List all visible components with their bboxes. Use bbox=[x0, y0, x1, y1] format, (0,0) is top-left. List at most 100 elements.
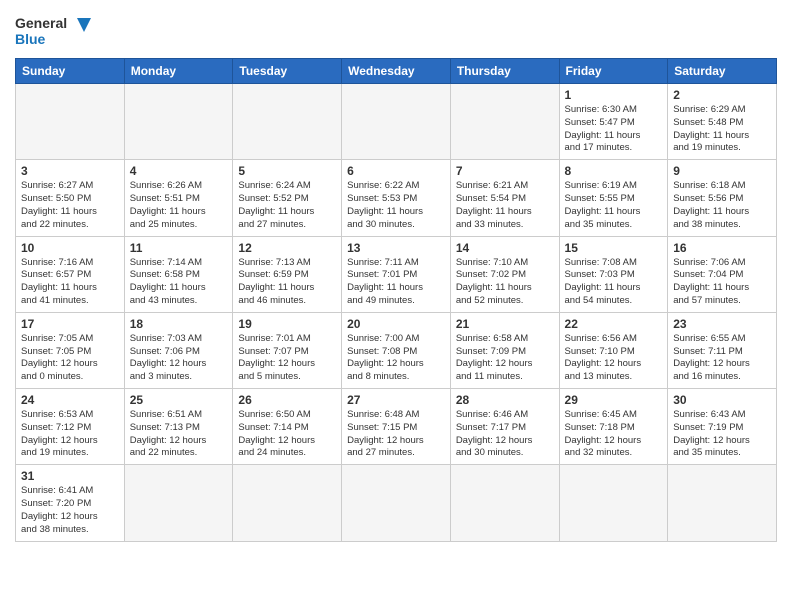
calendar-cell bbox=[16, 84, 125, 160]
calendar-cell: 4 Sunrise: 6:26 AMSunset: 5:51 PMDaylight… bbox=[124, 160, 233, 236]
header-section: GeneralBlue bbox=[15, 10, 777, 50]
calendar-cell: 12Sunrise: 7:13 AMSunset: 6:59 PMDayligh… bbox=[233, 236, 342, 312]
day-info: Sunrise: 6:27 AMSunset: 5:50 PMDaylight:… bbox=[21, 180, 119, 231]
calendar-cell: 28 Sunrise: 6:46 AMSunset: 7:17 PMDayligh… bbox=[450, 389, 559, 465]
weekday-header-row: SundayMondayTuesdayWednesdayThursdayFrid… bbox=[16, 59, 777, 84]
day-number: 2 bbox=[673, 88, 771, 102]
calendar-cell: 10 Sunrise: 7:16 AMSunset: 6:57 PMDayligh… bbox=[16, 236, 125, 312]
day-info: Sunrise: 6:41 AMSunset: 7:20 PMDaylight:… bbox=[21, 485, 119, 536]
day-info: Sunrise: 6:46 AMSunset: 7:17 PMDaylight:… bbox=[456, 409, 554, 460]
calendar-week-row: 1 Sunrise: 6:30 AMSunset: 5:47 PMDaylight… bbox=[16, 84, 777, 160]
day-number: 19 bbox=[238, 317, 336, 331]
weekday-header-wednesday: Wednesday bbox=[342, 59, 451, 84]
calendar-cell bbox=[124, 465, 233, 541]
calendar-cell: 14 Sunrise: 7:10 AMSunset: 7:02 PMDayligh… bbox=[450, 236, 559, 312]
day-info: Sunrise: 7:16 AMSunset: 6:57 PMDaylight:… bbox=[21, 257, 119, 308]
day-number: 4 bbox=[130, 164, 228, 178]
calendar-cell: 11 Sunrise: 7:14 AMSunset: 6:58 PMDayligh… bbox=[124, 236, 233, 312]
day-info: Sunrise: 7:01 AMSunset: 7:07 PMDaylight:… bbox=[238, 333, 336, 384]
calendar-week-row: 24Sunrise: 6:53 AMSunset: 7:12 PMDayligh… bbox=[16, 389, 777, 465]
day-number: 22 bbox=[565, 317, 663, 331]
day-info: Sunrise: 7:08 AMSunset: 7:03 PMDaylight:… bbox=[565, 257, 663, 308]
day-info: Sunrise: 6:48 AMSunset: 7:15 PMDaylight:… bbox=[347, 409, 445, 460]
calendar-cell: 20 Sunrise: 7:00 AMSunset: 7:08 PMDayligh… bbox=[342, 312, 451, 388]
day-info: Sunrise: 6:30 AMSunset: 5:47 PMDaylight:… bbox=[565, 104, 663, 155]
calendar-cell bbox=[342, 84, 451, 160]
day-number: 11 bbox=[130, 241, 228, 255]
weekday-header-thursday: Thursday bbox=[450, 59, 559, 84]
day-number: 8 bbox=[565, 164, 663, 178]
day-info: Sunrise: 6:18 AMSunset: 5:56 PMDaylight:… bbox=[673, 180, 771, 231]
calendar-cell bbox=[668, 465, 777, 541]
day-number: 23 bbox=[673, 317, 771, 331]
calendar-cell: 17 Sunrise: 7:05 AMSunset: 7:05 PMDayligh… bbox=[16, 312, 125, 388]
calendar-cell: 6Sunrise: 6:22 AMSunset: 5:53 PMDaylight… bbox=[342, 160, 451, 236]
day-number: 21 bbox=[456, 317, 554, 331]
calendar-cell: 13Sunrise: 7:11 AMSunset: 7:01 PMDayligh… bbox=[342, 236, 451, 312]
calendar-week-row: 31Sunrise: 6:41 AMSunset: 7:20 PMDayligh… bbox=[16, 465, 777, 541]
day-number: 14 bbox=[456, 241, 554, 255]
calendar-cell: 21Sunrise: 6:58 AMSunset: 7:09 PMDayligh… bbox=[450, 312, 559, 388]
day-info: Sunrise: 6:56 AMSunset: 7:10 PMDaylight:… bbox=[565, 333, 663, 384]
day-info: Sunrise: 6:53 AMSunset: 7:12 PMDaylight:… bbox=[21, 409, 119, 460]
calendar-cell: 7 Sunrise: 6:21 AMSunset: 5:54 PMDaylight… bbox=[450, 160, 559, 236]
svg-text:General: General bbox=[15, 15, 67, 31]
calendar-cell: 1 Sunrise: 6:30 AMSunset: 5:47 PMDaylight… bbox=[559, 84, 668, 160]
day-number: 10 bbox=[21, 241, 119, 255]
calendar-cell: 2 Sunrise: 6:29 AMSunset: 5:48 PMDaylight… bbox=[668, 84, 777, 160]
day-number: 3 bbox=[21, 164, 119, 178]
calendar-cell: 30Sunrise: 6:43 AMSunset: 7:19 PMDayligh… bbox=[668, 389, 777, 465]
weekday-header-sunday: Sunday bbox=[16, 59, 125, 84]
calendar-cell bbox=[233, 465, 342, 541]
day-number: 15 bbox=[565, 241, 663, 255]
day-info: Sunrise: 6:24 AMSunset: 5:52 PMDaylight:… bbox=[238, 180, 336, 231]
day-info: Sunrise: 6:19 AMSunset: 5:55 PMDaylight:… bbox=[565, 180, 663, 231]
calendar-cell: 27 Sunrise: 6:48 AMSunset: 7:15 PMDayligh… bbox=[342, 389, 451, 465]
calendar-cell bbox=[233, 84, 342, 160]
weekday-header-friday: Friday bbox=[559, 59, 668, 84]
day-info: Sunrise: 7:03 AMSunset: 7:06 PMDaylight:… bbox=[130, 333, 228, 384]
day-info: Sunrise: 7:10 AMSunset: 7:02 PMDaylight:… bbox=[456, 257, 554, 308]
day-number: 29 bbox=[565, 393, 663, 407]
day-number: 12 bbox=[238, 241, 336, 255]
weekday-header-saturday: Saturday bbox=[668, 59, 777, 84]
day-info: Sunrise: 6:21 AMSunset: 5:54 PMDaylight:… bbox=[456, 180, 554, 231]
calendar-cell: 3 Sunrise: 6:27 AMSunset: 5:50 PMDaylight… bbox=[16, 160, 125, 236]
day-info: Sunrise: 6:26 AMSunset: 5:51 PMDaylight:… bbox=[130, 180, 228, 231]
calendar-cell: 23Sunrise: 6:55 AMSunset: 7:11 PMDayligh… bbox=[668, 312, 777, 388]
calendar-cell: 5 Sunrise: 6:24 AMSunset: 5:52 PMDaylight… bbox=[233, 160, 342, 236]
day-number: 9 bbox=[673, 164, 771, 178]
calendar-cell: 19 Sunrise: 7:01 AMSunset: 7:07 PMDayligh… bbox=[233, 312, 342, 388]
day-number: 20 bbox=[347, 317, 445, 331]
day-info: Sunrise: 6:45 AMSunset: 7:18 PMDaylight:… bbox=[565, 409, 663, 460]
day-info: Sunrise: 6:43 AMSunset: 7:19 PMDaylight:… bbox=[673, 409, 771, 460]
day-number: 7 bbox=[456, 164, 554, 178]
calendar-cell: 9 Sunrise: 6:18 AMSunset: 5:56 PMDaylight… bbox=[668, 160, 777, 236]
calendar-cell bbox=[559, 465, 668, 541]
calendar-week-row: 17 Sunrise: 7:05 AMSunset: 7:05 PMDayligh… bbox=[16, 312, 777, 388]
day-number: 13 bbox=[347, 241, 445, 255]
day-number: 1 bbox=[565, 88, 663, 102]
day-number: 6 bbox=[347, 164, 445, 178]
calendar-cell: 31Sunrise: 6:41 AMSunset: 7:20 PMDayligh… bbox=[16, 465, 125, 541]
day-info: Sunrise: 6:51 AMSunset: 7:13 PMDaylight:… bbox=[130, 409, 228, 460]
day-info: Sunrise: 6:50 AMSunset: 7:14 PMDaylight:… bbox=[238, 409, 336, 460]
day-info: Sunrise: 7:06 AMSunset: 7:04 PMDaylight:… bbox=[673, 257, 771, 308]
weekday-header-tuesday: Tuesday bbox=[233, 59, 342, 84]
day-number: 17 bbox=[21, 317, 119, 331]
calendar-cell bbox=[342, 465, 451, 541]
day-number: 28 bbox=[456, 393, 554, 407]
day-number: 5 bbox=[238, 164, 336, 178]
day-info: Sunrise: 7:14 AMSunset: 6:58 PMDaylight:… bbox=[130, 257, 228, 308]
calendar-cell: 15 Sunrise: 7:08 AMSunset: 7:03 PMDayligh… bbox=[559, 236, 668, 312]
day-info: Sunrise: 7:05 AMSunset: 7:05 PMDaylight:… bbox=[21, 333, 119, 384]
day-number: 18 bbox=[130, 317, 228, 331]
day-info: Sunrise: 7:00 AMSunset: 7:08 PMDaylight:… bbox=[347, 333, 445, 384]
calendar-cell: 18 Sunrise: 7:03 AMSunset: 7:06 PMDayligh… bbox=[124, 312, 233, 388]
day-info: Sunrise: 6:29 AMSunset: 5:48 PMDaylight:… bbox=[673, 104, 771, 155]
day-number: 25 bbox=[130, 393, 228, 407]
calendar-cell: 25 Sunrise: 6:51 AMSunset: 7:13 PMDayligh… bbox=[124, 389, 233, 465]
day-number: 26 bbox=[238, 393, 336, 407]
calendar-cell: 26 Sunrise: 6:50 AMSunset: 7:14 PMDayligh… bbox=[233, 389, 342, 465]
day-number: 27 bbox=[347, 393, 445, 407]
